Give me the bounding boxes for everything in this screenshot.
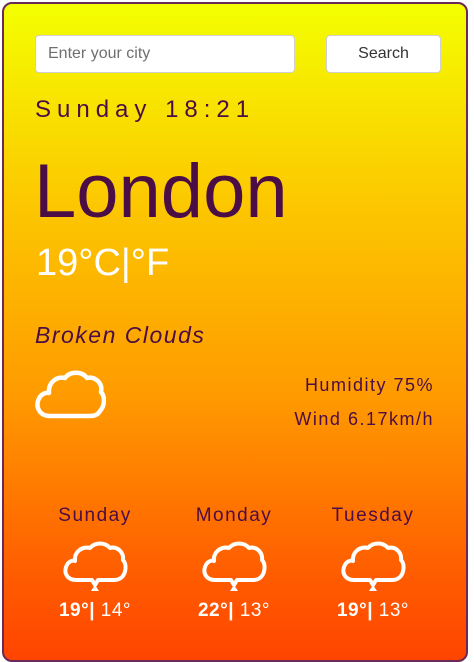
current-datetime: Sunday 18:21 bbox=[35, 96, 256, 123]
wind-value: 6.17km/h bbox=[347, 409, 434, 429]
forecast-max: 22° bbox=[197, 600, 229, 621]
forecast-min: 13° bbox=[373, 600, 410, 621]
cloud-icon bbox=[63, 541, 128, 591]
forecast-day: Sunday 19°| 14° bbox=[26, 502, 164, 622]
unit-separator: | bbox=[120, 242, 131, 284]
humidity-value: 75% bbox=[393, 375, 434, 395]
forecast: Sunday 19°| 14° Monday 22°| 13° Tuesday … bbox=[24, 502, 448, 652]
fahrenheit-unit-link[interactable]: °F bbox=[131, 242, 169, 284]
wind-row: Wind 6.17km/h bbox=[294, 402, 434, 436]
forecast-day-name: Tuesday bbox=[331, 505, 415, 526]
cloud-icon bbox=[202, 541, 267, 591]
forecast-temps: 19°| 13° bbox=[304, 600, 442, 622]
cloud-icon bbox=[35, 370, 106, 419]
cloud-icon bbox=[341, 541, 406, 591]
search-button[interactable]: Search bbox=[326, 35, 441, 73]
weather-details: Humidity 75% Wind 6.17km/h bbox=[294, 368, 434, 436]
search-input[interactable] bbox=[35, 35, 295, 73]
weather-description: Broken Clouds bbox=[35, 322, 206, 348]
forecast-day-name: Monday bbox=[195, 505, 273, 526]
celsius-unit-link[interactable]: °C bbox=[78, 242, 121, 284]
forecast-day: Monday 22°| 13° bbox=[165, 502, 303, 622]
humidity-row: Humidity 75% bbox=[294, 368, 434, 402]
weather-card: Search Sunday 18:21 London 19°C|°F Broke… bbox=[2, 2, 468, 662]
forecast-min: 13° bbox=[234, 600, 271, 621]
forecast-min: 14° bbox=[95, 600, 132, 621]
forecast-max: 19° bbox=[58, 600, 90, 621]
forecast-day: Tuesday 19°| 13° bbox=[304, 502, 442, 622]
current-temperature: 19°C|°F bbox=[36, 244, 169, 282]
forecast-temps: 22°| 13° bbox=[165, 600, 303, 622]
forecast-max: 19° bbox=[336, 600, 368, 621]
forecast-day-name: Sunday bbox=[58, 505, 132, 526]
city-name: London bbox=[34, 149, 288, 234]
search-form: Search bbox=[35, 35, 441, 74]
temperature-value: 19 bbox=[36, 242, 79, 284]
forecast-temps: 19°| 14° bbox=[26, 600, 164, 622]
humidity-label: Humidity bbox=[304, 375, 387, 395]
wind-label: Wind bbox=[294, 409, 342, 429]
